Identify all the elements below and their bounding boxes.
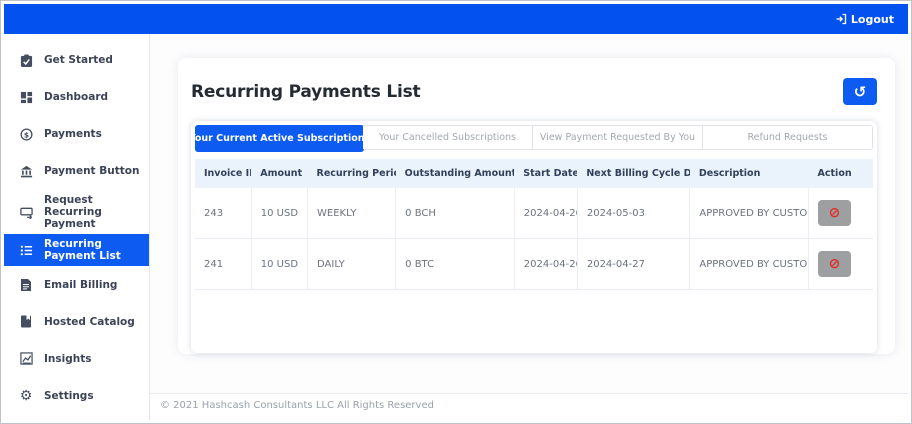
sidebar-item-payment-button[interactable]: Payment Button bbox=[4, 153, 149, 190]
sidebar-item-label: Email Billing bbox=[44, 278, 118, 291]
book-icon bbox=[18, 315, 34, 328]
sidebar-item-payments[interactable]: $ Payments bbox=[4, 116, 149, 153]
app-window: Logout Get Started Dashboard $ Payments … bbox=[0, 0, 912, 424]
cancel-icon: ⊘ bbox=[828, 205, 841, 221]
cell-outstanding-amount: 0 BCH bbox=[395, 188, 515, 239]
tab-current-active-subscriptions[interactable]: Your Current Active Subscriptions bbox=[195, 125, 364, 152]
history-icon: ↺ bbox=[853, 82, 867, 101]
gear-icon: ⚙ bbox=[19, 387, 33, 404]
page-title: Recurring Payments List bbox=[191, 81, 421, 102]
dollar-circle-icon: $ bbox=[18, 128, 34, 141]
table-row: 243 10 USD WEEKLY 0 BCH 2024-04-26 2024-… bbox=[195, 188, 873, 239]
copyright-text: © 2021 Hashcash Consultants LLC All Righ… bbox=[160, 400, 434, 411]
logout-label: Logout bbox=[850, 12, 894, 26]
cancel-icon: ⊘ bbox=[828, 256, 841, 272]
sidebar-item-hosted-catalog[interactable]: Hosted Catalog bbox=[4, 303, 149, 340]
sidebar-item-label: Settings bbox=[44, 389, 94, 402]
sidebar-item-recurring-payment-list[interactable]: Recurring Payment List bbox=[4, 234, 149, 267]
cell-amount: 10 USD bbox=[251, 238, 309, 290]
sidebar-item-label: Payments bbox=[44, 128, 102, 141]
logout-button[interactable]: Logout bbox=[835, 13, 894, 26]
cell-start-date: 2024-04-26 bbox=[514, 238, 578, 290]
col-next-billing-cycle-date: Next Billing Cycle Date bbox=[577, 159, 690, 188]
document-icon bbox=[18, 278, 34, 292]
col-action: Action bbox=[808, 159, 873, 188]
svg-text:$: $ bbox=[23, 130, 28, 139]
chart-icon bbox=[18, 352, 34, 365]
cell-amount: 10 USD bbox=[251, 188, 309, 239]
sidebar-item-label: Request Recurring Payment bbox=[44, 194, 102, 231]
table-row: 241 10 USD DAILY 0 BTC 2024-04-26 2024-0… bbox=[195, 238, 873, 290]
col-description: Description bbox=[689, 159, 809, 188]
list-icon bbox=[18, 244, 34, 257]
top-navbar: Logout bbox=[4, 4, 908, 34]
cell-invoice-id: 241 bbox=[195, 238, 252, 290]
sidebar-item-label: Recurring Payment List bbox=[44, 238, 121, 263]
clipboard-check-icon bbox=[18, 54, 34, 68]
sidebar-item-request-recurring-payment[interactable]: Request Recurring Payment bbox=[4, 190, 149, 234]
tab-view-payment-requested[interactable]: View Payment Requested By You bbox=[533, 126, 703, 149]
logout-icon bbox=[835, 13, 847, 25]
tab-refund-requests[interactable]: Refund Requests bbox=[703, 126, 872, 149]
cell-start-date: 2024-04-26 bbox=[514, 188, 578, 239]
bank-icon bbox=[18, 165, 34, 178]
col-outstanding-amount: Outstanding Amount bbox=[395, 159, 515, 188]
footer: © 2021 Hashcash Consultants LLC All Righ… bbox=[150, 393, 908, 420]
table-header-row: Invoice ID Amount Recurring Period Outst… bbox=[195, 159, 873, 188]
sidebar-item-insights[interactable]: Insights bbox=[4, 340, 149, 377]
cell-recurring-period: WEEKLY bbox=[307, 188, 397, 239]
sidebar-item-label: Dashboard bbox=[44, 91, 109, 104]
history-button[interactable]: ↺ bbox=[843, 78, 877, 105]
cell-action: ⊘ bbox=[808, 238, 873, 290]
subscriptions-panel: Your Current Active Subscriptions Your C… bbox=[191, 121, 877, 353]
cell-outstanding-amount: 0 BTC bbox=[395, 238, 515, 290]
dashboard-grid-icon bbox=[18, 91, 34, 104]
subscriptions-table: Invoice ID Amount Recurring Period Outst… bbox=[195, 159, 873, 290]
cell-next-billing-cycle-date: 2024-04-27 bbox=[577, 238, 691, 290]
sidebar-item-label: Payment Button bbox=[44, 165, 140, 178]
card-arrow-icon bbox=[18, 206, 34, 219]
cell-invoice-id: 243 bbox=[195, 188, 252, 239]
tab-bar: Your Current Active Subscriptions Your C… bbox=[195, 125, 873, 152]
col-recurring-period: Recurring Period bbox=[307, 159, 396, 188]
cancel-subscription-button[interactable]: ⊘ bbox=[818, 200, 852, 226]
cancel-subscription-button[interactable]: ⊘ bbox=[818, 251, 852, 277]
sidebar: Get Started Dashboard $ Payments Payment… bbox=[4, 34, 150, 420]
col-amount: Amount bbox=[251, 159, 308, 188]
sidebar-item-label: Insights bbox=[44, 352, 92, 365]
tab-cancelled-subscriptions[interactable]: Your Cancelled Subscriptions bbox=[363, 126, 533, 149]
sidebar-item-settings[interactable]: ⚙ Settings bbox=[4, 377, 149, 414]
cell-description: APPROVED BY CUSTOMER bbox=[689, 188, 810, 239]
recurring-payments-card: Recurring Payments List ↺ Your Current A… bbox=[178, 58, 895, 354]
sidebar-item-email-billing[interactable]: Email Billing bbox=[4, 266, 149, 303]
col-invoice-id: Invoice ID bbox=[195, 159, 252, 188]
sidebar-item-label: Get Started bbox=[44, 54, 113, 67]
sidebar-item-get-started[interactable]: Get Started bbox=[4, 42, 149, 79]
cell-next-billing-cycle-date: 2024-05-03 bbox=[577, 188, 691, 239]
col-start-date: Start Date bbox=[514, 159, 578, 188]
main-content: Recurring Payments List ↺ Your Current A… bbox=[150, 34, 908, 420]
cell-recurring-period: DAILY bbox=[307, 238, 397, 290]
sidebar-item-dashboard[interactable]: Dashboard bbox=[4, 79, 149, 116]
sidebar-item-label: Hosted Catalog bbox=[44, 315, 135, 328]
cell-action: ⊘ bbox=[808, 188, 873, 239]
cell-description: APPROVED BY CUSTOMER bbox=[689, 238, 810, 290]
